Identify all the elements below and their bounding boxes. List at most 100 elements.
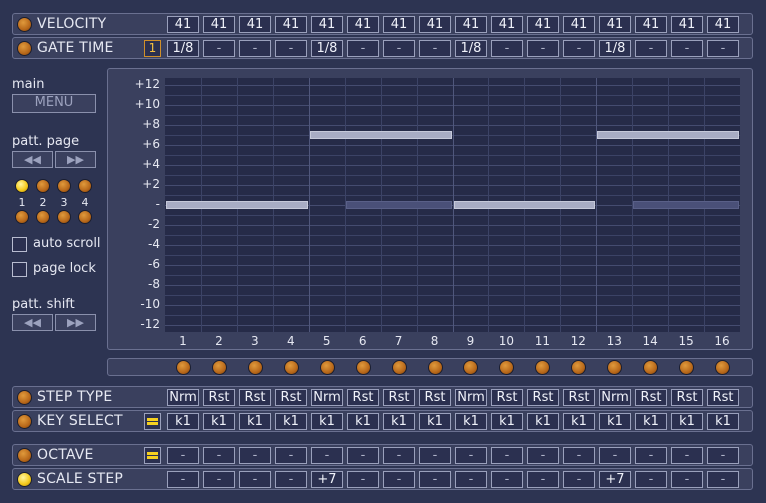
octave-cell-13[interactable]: - <box>599 447 631 464</box>
page-led-bottom-3[interactable] <box>57 210 71 224</box>
gate-time-cell-13[interactable]: 1/8 <box>599 40 631 57</box>
step-type-cell-14[interactable]: Rst <box>635 389 667 406</box>
gate-time-cell-4[interactable]: - <box>275 40 307 57</box>
key-select-cell-15[interactable]: k1 <box>671 413 703 430</box>
velocity-cell-8[interactable]: 41 <box>419 16 451 33</box>
note-bar-6[interactable] <box>633 201 739 209</box>
octave-cell-7[interactable]: - <box>383 447 415 464</box>
key-select-cell-13[interactable]: k1 <box>599 413 631 430</box>
gate-time-cell-9[interactable]: 1/8 <box>455 40 487 57</box>
key-select-cell-8[interactable]: k1 <box>419 413 451 430</box>
velocity-cell-13[interactable]: 41 <box>599 16 631 33</box>
page-led-top-2[interactable] <box>36 179 50 193</box>
note-bar-3[interactable] <box>345 201 452 209</box>
scale-step-cell-2[interactable]: - <box>203 471 235 488</box>
gate-time-cell-11[interactable]: - <box>527 40 559 57</box>
octave-cell-8[interactable]: - <box>419 447 451 464</box>
scale-step-cell-4[interactable]: - <box>275 471 307 488</box>
octave-cell-12[interactable]: - <box>563 447 595 464</box>
octave-cell-15[interactable]: - <box>671 447 703 464</box>
step-type-cell-10[interactable]: Rst <box>491 389 523 406</box>
octave-cell-5[interactable]: - <box>311 447 343 464</box>
step-led-7[interactable] <box>391 360 407 375</box>
menu-button[interactable]: MENU <box>12 94 96 113</box>
scale-step-led[interactable] <box>17 472 32 487</box>
octave-cell-4[interactable]: - <box>275 447 307 464</box>
step-type-cell-16[interactable]: Rst <box>707 389 739 406</box>
key-select-edit-button[interactable] <box>144 413 161 430</box>
step-type-cell-15[interactable]: Rst <box>671 389 703 406</box>
velocity-cell-15[interactable]: 41 <box>671 16 703 33</box>
scale-step-cell-9[interactable]: - <box>455 471 487 488</box>
gate-time-cell-7[interactable]: - <box>383 40 415 57</box>
gate-time-cell-15[interactable]: - <box>671 40 703 57</box>
gate-time-cell-2[interactable]: - <box>203 40 235 57</box>
page-led-top-3[interactable] <box>57 179 71 193</box>
scale-step-cell-16[interactable]: - <box>707 471 739 488</box>
velocity-cell-9[interactable]: 41 <box>455 16 487 33</box>
step-type-cell-8[interactable]: Rst <box>419 389 451 406</box>
gate-time-step-button[interactable]: 1 <box>144 40 161 57</box>
key-select-cell-2[interactable]: k1 <box>203 413 235 430</box>
step-type-cell-6[interactable]: Rst <box>347 389 379 406</box>
velocity-led[interactable] <box>17 17 32 32</box>
step-type-cell-2[interactable]: Rst <box>203 389 235 406</box>
key-select-cell-5[interactable]: k1 <box>311 413 343 430</box>
scale-step-cell-8[interactable]: - <box>419 471 451 488</box>
auto-scroll-checkbox[interactable] <box>12 237 27 252</box>
step-type-cell-3[interactable]: Rst <box>239 389 271 406</box>
octave-cell-1[interactable]: - <box>167 447 199 464</box>
patt-page-prev-button[interactable]: ◀◀ <box>12 151 53 168</box>
scale-step-cell-12[interactable]: - <box>563 471 595 488</box>
patt-shift-left-button[interactable]: ◀◀ <box>12 314 53 331</box>
step-type-cell-5[interactable]: Nrm <box>311 389 343 406</box>
step-led-3[interactable] <box>247 360 263 375</box>
key-select-cell-6[interactable]: k1 <box>347 413 379 430</box>
scale-step-cell-3[interactable]: - <box>239 471 271 488</box>
note-bar-5[interactable] <box>597 131 739 139</box>
step-type-cell-1[interactable]: Nrm <box>167 389 199 406</box>
velocity-cell-12[interactable]: 41 <box>563 16 595 33</box>
step-type-cell-9[interactable]: Nrm <box>455 389 487 406</box>
gate-time-cell-5[interactable]: 1/8 <box>311 40 343 57</box>
step-led-15[interactable] <box>679 360 695 375</box>
step-type-led[interactable] <box>17 390 32 405</box>
scale-step-cell-14[interactable]: - <box>635 471 667 488</box>
octave-cell-6[interactable]: - <box>347 447 379 464</box>
gate-time-cell-3[interactable]: - <box>239 40 271 57</box>
page-led-bottom-1[interactable] <box>15 210 29 224</box>
key-select-cell-9[interactable]: k1 <box>455 413 487 430</box>
page-led-top-1[interactable] <box>15 179 29 193</box>
page-led-top-4[interactable] <box>78 179 92 193</box>
gate-time-cell-14[interactable]: - <box>635 40 667 57</box>
key-select-cell-7[interactable]: k1 <box>383 413 415 430</box>
step-type-cell-11[interactable]: Rst <box>527 389 559 406</box>
step-led-16[interactable] <box>715 360 731 375</box>
step-led-8[interactable] <box>427 360 443 375</box>
step-type-cell-4[interactable]: Rst <box>275 389 307 406</box>
step-type-cell-13[interactable]: Nrm <box>599 389 631 406</box>
key-select-led[interactable] <box>17 414 32 429</box>
velocity-cell-6[interactable]: 41 <box>347 16 379 33</box>
velocity-cell-5[interactable]: 41 <box>311 16 343 33</box>
key-select-cell-4[interactable]: k1 <box>275 413 307 430</box>
gate-time-cell-6[interactable]: - <box>347 40 379 57</box>
note-bar-4[interactable] <box>453 201 596 209</box>
octave-cell-11[interactable]: - <box>527 447 559 464</box>
step-led-6[interactable] <box>355 360 371 375</box>
velocity-cell-3[interactable]: 41 <box>239 16 271 33</box>
gate-time-cell-12[interactable]: - <box>563 40 595 57</box>
key-select-cell-1[interactable]: k1 <box>167 413 199 430</box>
pitch-grid[interactable] <box>165 78 740 332</box>
velocity-cell-4[interactable]: 41 <box>275 16 307 33</box>
octave-cell-9[interactable]: - <box>455 447 487 464</box>
step-led-5[interactable] <box>319 360 335 375</box>
patt-shift-right-button[interactable]: ▶▶ <box>55 314 96 331</box>
velocity-cell-10[interactable]: 41 <box>491 16 523 33</box>
note-bar-2[interactable] <box>309 131 452 139</box>
step-led-4[interactable] <box>283 360 299 375</box>
step-led-1[interactable] <box>175 360 191 375</box>
gate-time-cell-16[interactable]: - <box>707 40 739 57</box>
velocity-cell-11[interactable]: 41 <box>527 16 559 33</box>
scale-step-cell-1[interactable]: - <box>167 471 199 488</box>
